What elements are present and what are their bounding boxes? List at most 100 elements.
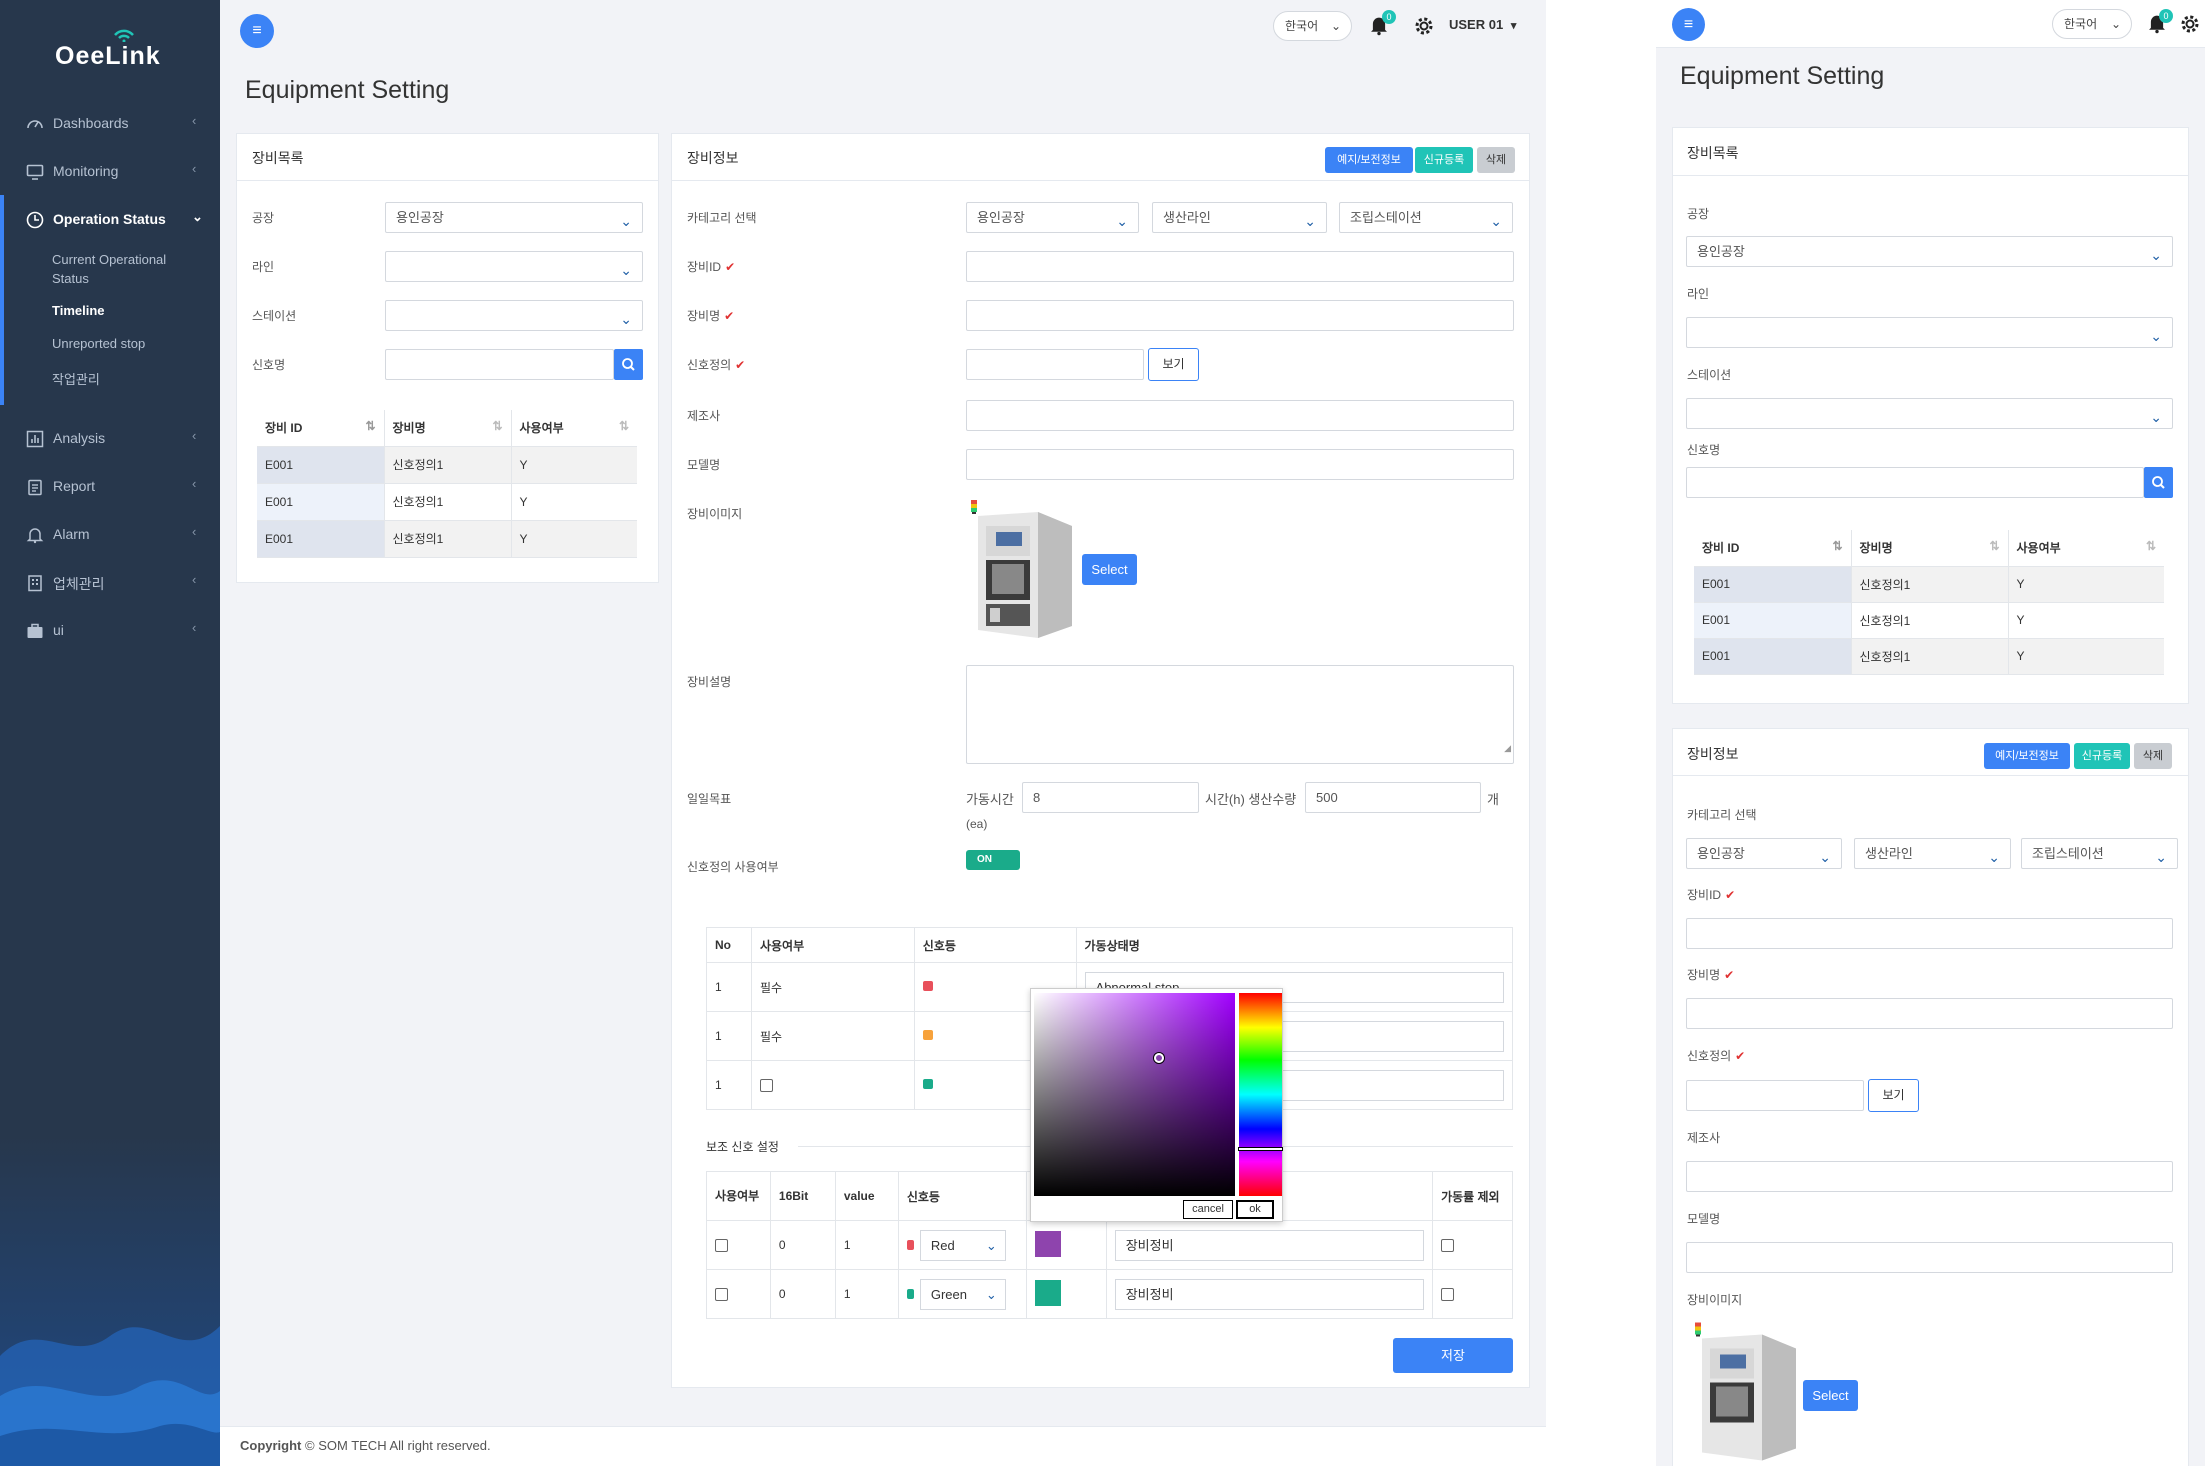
column-header[interactable]: 장비 ID ⇅ (1694, 530, 1852, 567)
mobile-menu-toggle-button[interactable]: ≡ (1672, 8, 1705, 41)
use-checkbox[interactable] (759, 1079, 773, 1093)
mobile-category-factory-select[interactable]: 용인공장 ⌄ (1686, 838, 1842, 869)
hue-handle[interactable] (1238, 1147, 1283, 1151)
equip-name-input[interactable] (966, 300, 1514, 331)
mobile-equip-name-input[interactable] (1686, 998, 2173, 1029)
new-register-button[interactable]: 신규등록 (1415, 147, 1473, 173)
exclude-checkbox[interactable] (1441, 1288, 1455, 1302)
chevron-down-icon: ▾ (1510, 20, 1517, 32)
column-header[interactable]: 사용여부 ⇅ (2008, 530, 2164, 567)
column-header[interactable]: 장비 ID ⇅ (257, 410, 385, 447)
picker-ok-button[interactable]: ok (1236, 1200, 1274, 1219)
lamp-select[interactable]: Red ⌄ (919, 1229, 1006, 1261)
mobile-maker-input[interactable] (1686, 1161, 2173, 1192)
mobile-delete-button[interactable]: 삭제 (2134, 743, 2172, 769)
station-select[interactable]: ⌄ (385, 300, 643, 331)
sidebar-item-company[interactable]: 업체관리 ‹ (0, 559, 220, 605)
menu-toggle-button[interactable]: ≡ (240, 14, 274, 48)
maintenance-info-button[interactable]: 예지/보전정보 (1325, 147, 1413, 173)
color-swatch-button[interactable] (1034, 1230, 1061, 1257)
notification-button[interactable]: 0 (1368, 10, 1396, 40)
signal-def-input[interactable] (966, 349, 1144, 380)
table-row[interactable]: E001 신호정의1 Y (1694, 602, 2164, 639)
resize-handle-icon[interactable]: ◢ (1504, 734, 1511, 763)
chart-icon (26, 430, 44, 448)
table-row[interactable]: E001 신호정의1 Y (1694, 638, 2164, 675)
mobile-signal-def-input[interactable] (1686, 1080, 1864, 1111)
aux-name-input[interactable]: 장비정비 (1114, 1229, 1425, 1261)
search-button[interactable] (614, 349, 643, 380)
view-button[interactable]: 보기 (1148, 348, 1199, 381)
mobile-notification-button[interactable]: 0 (2146, 9, 2173, 36)
table-row[interactable]: E001 신호정의1 Y (257, 446, 637, 484)
color-cursor[interactable] (1154, 1053, 1164, 1063)
sidebar-item-alarm[interactable]: Alarm ‹ (0, 511, 220, 557)
sidebar-item-label: Monitoring (53, 163, 119, 179)
delete-button[interactable]: 삭제 (1477, 147, 1515, 173)
use-checkbox[interactable] (715, 1239, 728, 1253)
mobile-equip-id-input[interactable] (1686, 918, 2173, 949)
mobile-language-select[interactable]: 한국어 ⌄ (2052, 9, 2132, 39)
mobile-signal-input[interactable] (1686, 467, 2144, 498)
mobile-new-button[interactable]: 신규등록 (2074, 743, 2130, 769)
cell-use (751, 1060, 915, 1110)
saturation-area[interactable] (1034, 993, 1235, 1196)
mobile-model-input[interactable] (1686, 1242, 2173, 1273)
mobile-line-select[interactable]: ⌄ (1686, 317, 2173, 348)
column-header[interactable]: 장비명 ⇅ (1851, 530, 2009, 567)
exclude-checkbox[interactable] (1441, 1239, 1455, 1253)
equip-id-input[interactable] (966, 251, 1514, 282)
sidebar-item-report[interactable]: Report ‹ (0, 463, 220, 509)
color-swatch-button[interactable] (1034, 1279, 1061, 1306)
aux-name-input[interactable]: 장비정비 (1114, 1278, 1425, 1310)
op-time-input[interactable]: 8 (1022, 782, 1199, 813)
image-select-button[interactable]: Select (1082, 554, 1137, 585)
sidebar-item-ui[interactable]: ui ‹ (0, 607, 220, 653)
category-station-select[interactable]: 조립스테이션 ⌄ (1339, 202, 1513, 233)
mobile-settings-button[interactable] (2178, 12, 2202, 36)
lamp-color-swatch[interactable] (922, 981, 933, 991)
use-checkbox[interactable] (715, 1288, 728, 1302)
mobile-station-select[interactable]: ⌄ (1686, 398, 2173, 429)
sidebar-item-monitoring[interactable]: Monitoring ‹ (0, 148, 220, 194)
mobile-factory-select[interactable]: 용인공장 ⌄ (1686, 236, 2173, 267)
mobile-maintenance-button[interactable]: 예지/보전정보 (1984, 743, 2070, 769)
table-row[interactable]: E001 신호정의1 Y (257, 520, 637, 558)
quantity-input[interactable]: 500 (1305, 782, 1481, 813)
mobile-view-button[interactable]: 보기 (1868, 1079, 1919, 1112)
line-select[interactable]: ⌄ (385, 251, 643, 282)
sidebar-item-operation-status[interactable]: Operation Status ⌄ (0, 196, 220, 242)
category-line-select[interactable]: 생산라인 ⌄ (1152, 202, 1327, 233)
category-factory-select[interactable]: 용인공장 ⌄ (966, 202, 1139, 233)
maker-input[interactable] (966, 400, 1514, 431)
mobile-category-station-select[interactable]: 조립스테이션 ⌄ (2021, 838, 2178, 869)
mobile-search-button[interactable] (2144, 467, 2173, 498)
lamp-color-swatch[interactable] (922, 1030, 933, 1040)
daily-target-label: 일일목표 (687, 792, 732, 806)
language-select[interactable]: 한국어 ⌄ (1273, 11, 1352, 41)
column-header: 사용여부 (751, 927, 915, 963)
description-textarea[interactable]: ◢ (966, 665, 1514, 764)
save-button[interactable]: 저장 (1393, 1338, 1513, 1373)
table-row[interactable]: E001 신호정의1 Y (257, 483, 637, 521)
list-panel-title: 장비목록 (252, 150, 304, 166)
mobile-category-line-select[interactable]: 생산라인 ⌄ (1854, 838, 2011, 869)
table-row[interactable]: E001 신호정의1 Y (1694, 566, 2164, 603)
mobile-image-select-button[interactable]: Select (1803, 1380, 1858, 1411)
sidebar-item-analysis[interactable]: Analysis ‹ (0, 415, 220, 461)
lamp-color-swatch[interactable] (922, 1079, 933, 1089)
signal-name-input[interactable] (385, 349, 614, 380)
app-logo[interactable]: OeeLink (55, 29, 161, 71)
lamp-select[interactable]: Green ⌄ (919, 1278, 1006, 1310)
signal-use-toggle[interactable]: ON (966, 850, 1020, 870)
picker-cancel-button[interactable]: cancel (1183, 1200, 1233, 1219)
hue-slider[interactable] (1238, 993, 1283, 1196)
sidebar-item-dashboards[interactable]: Dashboards ‹ (0, 100, 220, 146)
sidebar-item-label: 업체관리 (53, 576, 105, 592)
column-header[interactable]: 사용여부 ⇅ (511, 410, 637, 447)
model-input[interactable] (966, 449, 1514, 480)
column-header[interactable]: 장비명 ⇅ (384, 410, 512, 447)
settings-button[interactable] (1412, 14, 1436, 38)
user-menu[interactable]: USER 01 ▾ (1449, 17, 1516, 32)
factory-select[interactable]: 용인공장 ⌄ (385, 202, 643, 233)
